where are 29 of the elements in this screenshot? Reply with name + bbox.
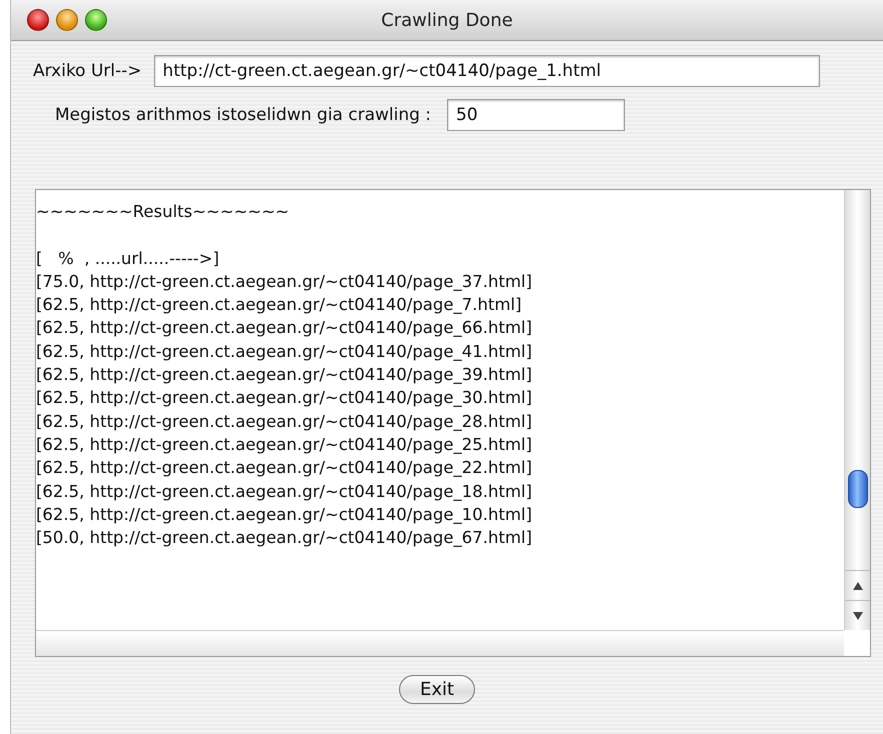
result-line: [62.5, http://ct-green.ct.aegean.gr/~ct04140/page_7.html] bbox=[36, 294, 523, 316]
result-line: [62.5, http://ct-green.ct.aegean.gr/~ct04140/page_10.html] bbox=[36, 504, 534, 526]
result-line: [62.5, http://ct-green.ct.aegean.gr/~ct04140/page_18.html] bbox=[36, 480, 534, 503]
scroll-thumb[interactable] bbox=[848, 470, 868, 508]
url-label: Arxiko Url--> bbox=[33, 61, 142, 81]
results-text-area[interactable] bbox=[35, 189, 871, 657]
result-line: [62.5, http://ct-green.ct.aegean.gr/~ct04140/page_25.html] bbox=[36, 434, 534, 456]
max-pages-label: Megistos arithmos istoselidwn gia crawling : bbox=[55, 105, 432, 125]
vertical-scrollbar[interactable] bbox=[844, 190, 870, 630]
result-line: [75.0, http://ct-green.ct.aegean.gr/~ct04140/page_37.html] bbox=[36, 270, 534, 293]
window-title: Crawling Done bbox=[381, 10, 513, 30]
result-line: [62.5, http://ct-green.ct.aegean.gr/~ct04140/page_22.html] bbox=[36, 457, 534, 480]
scroll-down-icon[interactable] bbox=[852, 610, 864, 620]
result-line: [62.5, http://ct-green.ct.aegean.gr/~ct04140/page_41.html] bbox=[36, 340, 534, 363]
results-heading: ~~~~~~~Results~~~~~~~ bbox=[36, 201, 290, 223]
result-line: [62.5, http://ct-green.ct.aegean.gr/~ct04140/page_28.html] bbox=[36, 410, 534, 433]
results-header-line: [ % , .....url.....----->] bbox=[36, 248, 220, 270]
result-line: [62.5, http://ct-green.ct.aegean.gr/~ct04140/page_39.html] bbox=[36, 364, 534, 386]
horizontal-scrollbar[interactable] bbox=[36, 630, 844, 656]
exit-button[interactable]: Exit bbox=[398, 675, 476, 704]
result-line: [62.5, http://ct-green.ct.aegean.gr/~ct04140/page_30.html] bbox=[36, 387, 534, 410]
zoom-button[interactable] bbox=[85, 9, 107, 31]
result-line: [50.0, http://ct-green.ct.aegean.gr/~ct04140/page_67.html] bbox=[36, 527, 534, 550]
max-pages-field[interactable]: 50 bbox=[447, 99, 626, 131]
close-button[interactable] bbox=[27, 9, 49, 31]
url-field[interactable]: http://ct-green.ct.aegean.gr/~ct04140/page_1.html bbox=[154, 55, 820, 87]
scroll-up-icon[interactable] bbox=[852, 580, 864, 590]
result-line: [62.5, http://ct-green.ct.aegean.gr/~ct04140/page_66.html] bbox=[36, 317, 534, 340]
minimize-button[interactable] bbox=[56, 9, 78, 31]
